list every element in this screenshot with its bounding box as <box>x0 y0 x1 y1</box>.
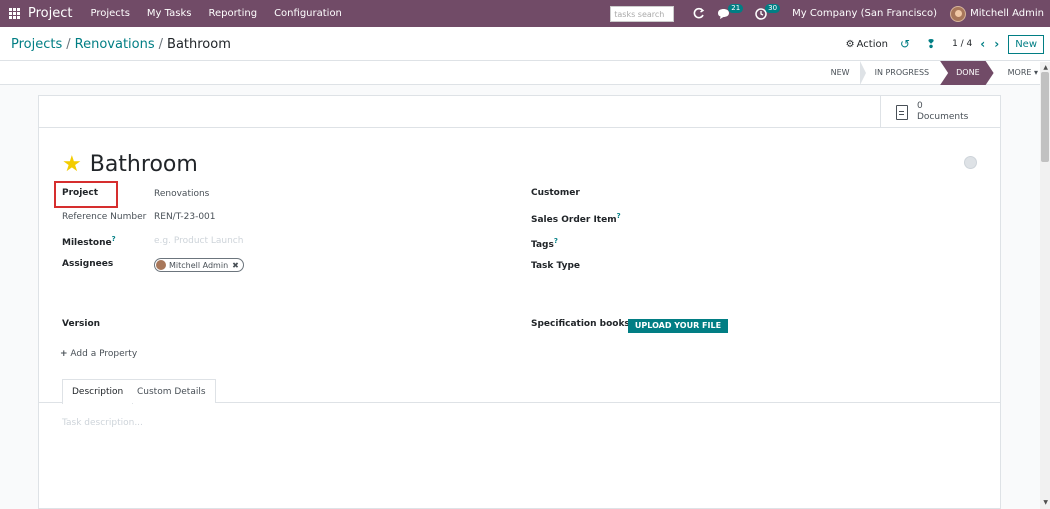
upload-file-button[interactable]: UPLOAD YOUR FILE <box>628 319 728 333</box>
kanban-state-icon[interactable] <box>964 156 977 169</box>
control-panel-actions: ⚙ Action ↺ ❢ 1 / 4 ‹ › New <box>846 27 1050 61</box>
scroll-down-arrow-icon[interactable]: ▼ <box>1043 499 1048 506</box>
menu-configuration[interactable]: Configuration <box>274 8 342 19</box>
reference-number-value: REN/T-23-001 <box>154 212 216 222</box>
navbar-systray: tasks search 21 30 My Company (San Franc… <box>610 0 1044 27</box>
assignee-name: Mitchell Admin <box>169 260 229 270</box>
messages-count-badge: 21 <box>728 4 744 13</box>
notebook-tabs: Description Custom Details <box>39 379 1000 404</box>
stage-done[interactable]: DONE <box>940 61 994 85</box>
top-navbar: Project Projects My Tasks Reporting Conf… <box>0 0 1050 27</box>
form-sheet: 0 Documents ★ Bathroom Project Renovatio… <box>38 95 1001 509</box>
stage-more-dropdown[interactable]: MORE ▾ <box>994 61 1038 85</box>
gear-icon: ⚙ <box>845 38 855 50</box>
sales-order-item-label-text: Sales Order Item <box>531 215 617 225</box>
pin-icon[interactable]: ❢ <box>926 37 936 51</box>
assignee-avatar <box>156 260 166 270</box>
assignees-label: Assignees <box>62 259 114 269</box>
action-label: Action <box>856 38 888 50</box>
assignee-tag[interactable]: Mitchell Admin ✖ <box>154 258 244 272</box>
milestone-input[interactable]: e.g. Product Launch <box>154 236 243 246</box>
menu-my-tasks[interactable]: My Tasks <box>147 8 192 19</box>
menu-projects[interactable]: Projects <box>90 8 129 19</box>
action-menu-button[interactable]: ⚙ Action <box>846 39 888 50</box>
menu-reporting[interactable]: Reporting <box>208 8 257 19</box>
breadcrumb-current: Bathroom <box>167 37 231 52</box>
specification-books-label: Specification books <box>531 319 630 329</box>
scroll-up-arrow-icon[interactable]: ▲ <box>1043 64 1048 71</box>
debug-icon[interactable] <box>692 7 705 20</box>
task-title[interactable]: Bathroom <box>90 152 198 177</box>
stage-more-label: MORE <box>1007 68 1032 77</box>
messages-icon[interactable]: 21 <box>717 4 744 20</box>
highlight-box <box>54 181 118 208</box>
documents-label: Documents <box>917 112 969 122</box>
documents-summary: 0 Documents <box>917 101 968 123</box>
new-button[interactable]: New <box>1008 34 1044 54</box>
project-field[interactable]: Renovations <box>154 189 209 199</box>
milestone-label-text: Milestone <box>62 238 112 248</box>
activities-count-badge: 30 <box>765 4 781 13</box>
breadcrumb-renovations[interactable]: Renovations <box>75 37 155 52</box>
user-avatar[interactable] <box>950 5 967 22</box>
milestone-label: Milestone? <box>62 235 116 248</box>
add-property-button[interactable]: + Add a Property <box>60 349 137 359</box>
sales-order-help-icon[interactable]: ? <box>617 212 621 220</box>
caret-down-icon: ▾ <box>1033 68 1038 77</box>
refresh-icon[interactable]: ↺ <box>900 37 910 51</box>
status-bar: NEW IN PROGRESS DONE MORE ▾ <box>0 61 1050 85</box>
stage-selector: NEW IN PROGRESS DONE MORE ▾ <box>817 61 1038 85</box>
tab-custom-details[interactable]: Custom Details <box>128 379 216 403</box>
task-title-row: ★ Bathroom <box>62 152 198 177</box>
tab-description[interactable]: Description <box>62 379 134 404</box>
task-type-label: Task Type <box>531 261 581 271</box>
customer-label: Customer <box>531 188 580 198</box>
tags-label-text: Tags <box>531 240 554 250</box>
document-icon <box>896 104 908 120</box>
pager-value[interactable]: 1 / 4 <box>952 39 972 49</box>
breadcrumb-separator: / <box>158 37 164 52</box>
breadcrumb-separator: / <box>66 37 71 52</box>
chevron-left-icon[interactable]: ‹ <box>980 37 985 51</box>
breadcrumb-projects[interactable]: Projects <box>11 37 62 52</box>
apps-grid-icon[interactable] <box>9 8 20 19</box>
documents-count: 0 <box>917 101 923 111</box>
user-menu[interactable]: Mitchell Admin <box>970 8 1044 19</box>
stage-in-progress[interactable]: IN PROGRESS <box>861 61 941 85</box>
add-property-label: Add a Property <box>70 349 138 359</box>
activities-icon[interactable]: 30 <box>755 4 781 20</box>
documents-smart-button[interactable]: 0 Documents <box>880 96 1000 128</box>
tags-help-icon[interactable]: ? <box>554 237 558 245</box>
stage-new[interactable]: NEW <box>817 61 866 85</box>
chevron-right-icon[interactable]: › <box>994 37 999 51</box>
smart-button-box: 0 Documents <box>39 96 1000 128</box>
scrollbar-thumb[interactable] <box>1041 72 1049 162</box>
version-label: Version <box>62 319 101 329</box>
company-switcher[interactable]: My Company (San Francisco) <box>792 8 937 19</box>
breadcrumb: Projects / Renovations / Bathroom <box>11 37 231 52</box>
sales-order-item-label: Sales Order Item? <box>531 212 621 225</box>
tasks-search-input[interactable]: tasks search <box>610 5 675 22</box>
tags-label: Tags? <box>531 237 558 250</box>
app-brand[interactable]: Project <box>28 6 72 21</box>
remove-assignee-icon[interactable]: ✖ <box>232 261 239 270</box>
reference-number-label: Reference Number <box>62 212 147 222</box>
task-description-editor[interactable]: Task description... <box>62 418 143 428</box>
star-icon[interactable]: ★ <box>62 153 82 176</box>
milestone-help-icon[interactable]: ? <box>112 235 116 243</box>
plus-icon: + <box>60 349 68 359</box>
control-panel: Projects / Renovations / Bathroom ⚙ Action ↺… <box>0 27 1050 61</box>
